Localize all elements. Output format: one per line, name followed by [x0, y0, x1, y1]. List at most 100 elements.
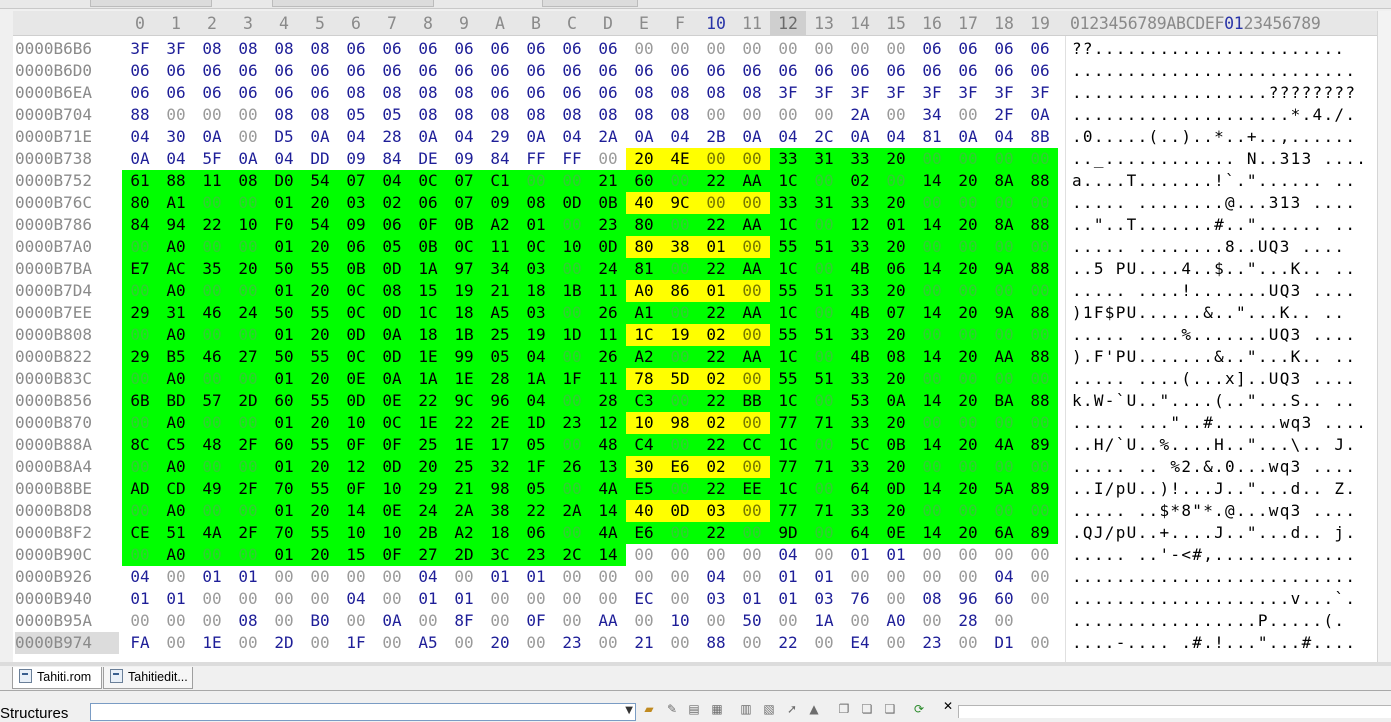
hex-byte[interactable]: 25 [482, 324, 518, 346]
hex-byte[interactable]: A5 [482, 302, 518, 324]
hex-byte[interactable]: 14 [914, 478, 950, 500]
hex-byte[interactable]: 06 [914, 38, 950, 60]
hex-byte[interactable]: 97 [446, 258, 482, 280]
hex-byte[interactable]: 21 [590, 170, 626, 192]
hex-byte[interactable]: 1A [410, 368, 446, 390]
hex-byte[interactable]: 24 [410, 500, 446, 522]
hex-byte[interactable]: 00 [986, 610, 1022, 632]
hex-byte[interactable]: 1A [410, 258, 446, 280]
hex-byte[interactable]: 00 [914, 280, 950, 302]
hex-byte[interactable]: FA [122, 632, 158, 654]
hex-byte[interactable]: 23 [590, 214, 626, 236]
hex-byte[interactable]: AA [734, 302, 770, 324]
hex-byte[interactable]: 00 [158, 566, 194, 588]
hex-byte[interactable]: 55 [302, 302, 338, 324]
hex-byte[interactable]: 00 [122, 610, 158, 632]
hex-byte[interactable]: 00 [122, 544, 158, 566]
hex-byte[interactable]: 0B [878, 434, 914, 456]
hex-byte[interactable]: 9C [662, 192, 698, 214]
hex-byte[interactable]: 00 [770, 104, 806, 126]
hex-byte[interactable]: 13 [590, 456, 626, 478]
hex-byte[interactable]: 00 [554, 610, 590, 632]
hex-byte[interactable]: 00 [158, 632, 194, 654]
hex-byte[interactable]: 5D [662, 368, 698, 390]
hex-byte[interactable]: 06 [482, 38, 518, 60]
hex-byte[interactable]: 55 [770, 236, 806, 258]
hex-byte[interactable]: 55 [302, 522, 338, 544]
hex-byte[interactable]: 0E [374, 500, 410, 522]
hex-byte[interactable]: 34 [482, 258, 518, 280]
hex-byte[interactable]: 84 [482, 148, 518, 170]
hex-byte[interactable]: 05 [518, 478, 554, 500]
hex-byte[interactable]: 01 [518, 214, 554, 236]
hex-byte[interactable]: 17 [482, 434, 518, 456]
hex-byte[interactable]: 02 [698, 324, 734, 346]
hex-byte[interactable]: E5 [626, 478, 662, 500]
hex-byte[interactable]: 98 [662, 412, 698, 434]
hex-byte[interactable]: 26 [554, 456, 590, 478]
hex-byte[interactable]: 33 [842, 412, 878, 434]
hex-byte[interactable]: 20 [302, 544, 338, 566]
hex-byte[interactable]: 0A [842, 126, 878, 148]
hex-byte[interactable]: 00 [554, 346, 590, 368]
up-icon[interactable]: ▲ [806, 703, 822, 715]
hex-byte[interactable]: 1C [626, 324, 662, 346]
hex-byte[interactable]: 23 [554, 412, 590, 434]
hex-byte[interactable]: 07 [446, 170, 482, 192]
hex-byte[interactable]: 06 [734, 60, 770, 82]
hex-byte[interactable]: 00 [986, 148, 1022, 170]
hex-byte[interactable]: 08 [914, 588, 950, 610]
ascii-row[interactable]: .0.....(..)..*..+..,...... [1072, 126, 1356, 148]
hex-byte[interactable]: 05 [518, 434, 554, 456]
hex-byte[interactable]: 29 [122, 346, 158, 368]
hex-byte[interactable]: 60 [266, 434, 302, 456]
hex-byte[interactable]: 00 [194, 280, 230, 302]
hex-byte[interactable]: 14 [914, 434, 950, 456]
hex-byte[interactable]: 88 [698, 632, 734, 654]
ascii-row[interactable]: .......................... [1072, 60, 1356, 82]
hex-byte[interactable]: 00 [734, 566, 770, 588]
copy-icon[interactable]: ❐ [836, 703, 852, 715]
hex-byte[interactable]: 00 [1022, 500, 1058, 522]
hex-byte[interactable]: EC [626, 588, 662, 610]
hex-byte[interactable]: 48 [194, 434, 230, 456]
hex-byte[interactable]: E4 [842, 632, 878, 654]
hex-byte[interactable]: 00 [338, 610, 374, 632]
hex-byte[interactable]: 26 [590, 302, 626, 324]
hex-byte[interactable]: 00 [878, 632, 914, 654]
hex-byte[interactable]: 96 [482, 390, 518, 412]
hex-byte[interactable]: 89 [1022, 478, 1058, 500]
ascii-row[interactable]: .................P.....(. [1072, 610, 1345, 632]
hex-byte[interactable]: 9D [770, 522, 806, 544]
hex-byte[interactable]: 4A [986, 434, 1022, 456]
hex-byte[interactable]: 00 [950, 368, 986, 390]
hex-byte[interactable]: 28 [374, 126, 410, 148]
hex-byte[interactable]: 40 [626, 500, 662, 522]
hex-byte[interactable]: 0A [878, 390, 914, 412]
hex-byte[interactable]: 3F [806, 82, 842, 104]
ascii-row[interactable]: ....................*.4./. [1072, 104, 1356, 126]
hex-byte[interactable]: 18 [446, 302, 482, 324]
hex-byte[interactable]: 00 [122, 412, 158, 434]
hex-byte[interactable]: 00 [842, 566, 878, 588]
hex-byte[interactable]: 00 [698, 148, 734, 170]
hex-byte[interactable]: 03 [518, 258, 554, 280]
hex-byte[interactable]: 0B [338, 258, 374, 280]
hex-byte[interactable]: 00 [806, 214, 842, 236]
hex-byte[interactable]: 80 [122, 192, 158, 214]
hex-byte[interactable]: 48 [590, 434, 626, 456]
hex-byte[interactable]: A0 [158, 324, 194, 346]
hex-byte[interactable]: 00 [950, 566, 986, 588]
hex-byte[interactable]: A0 [158, 280, 194, 302]
hex-byte[interactable]: 22 [698, 522, 734, 544]
hex-editor-view[interactable]: 0 1 2 3 4 5 6 7 8 9 A B C D E F 10 11 12 13 14 15 16 17 18 19 012… [13, 11, 1391, 662]
hex-byte[interactable]: 08 [662, 104, 698, 126]
vertical-scrollbar[interactable] [1377, 11, 1391, 662]
hex-byte[interactable]: 8F [446, 610, 482, 632]
hex-byte[interactable]: 20 [878, 456, 914, 478]
hex-byte[interactable]: 01 [770, 588, 806, 610]
hex-byte[interactable]: 22 [770, 632, 806, 654]
hex-byte[interactable]: 1C [770, 258, 806, 280]
hex-byte[interactable]: 33 [842, 456, 878, 478]
hex-byte[interactable]: 00 [806, 544, 842, 566]
